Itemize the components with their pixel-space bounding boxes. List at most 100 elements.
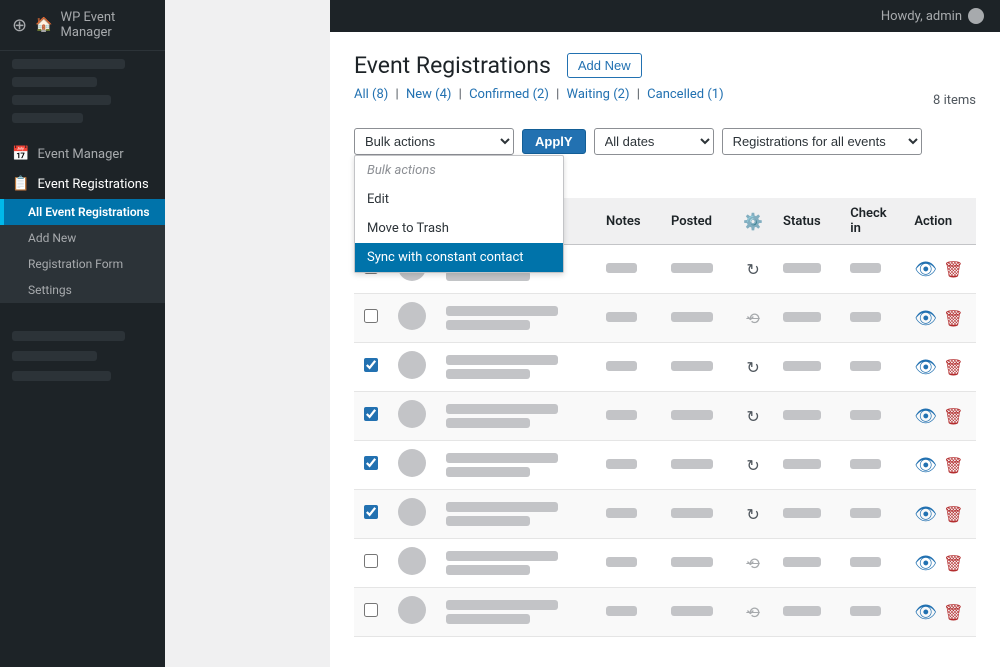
apply-button[interactable]: ApplY bbox=[522, 129, 586, 154]
sidebar-item-event-registrations[interactable]: 📋 Event Registrations bbox=[0, 169, 165, 199]
toolbar: Bulk actions Bulk actions Edit Move to T… bbox=[354, 122, 976, 194]
sidebar-submenu: All Event Registrations Add New Registra… bbox=[0, 199, 165, 303]
page-title-row: Event Registrations Add New bbox=[354, 52, 976, 79]
waiting-filter-link[interactable]: Waiting (2) bbox=[567, 87, 630, 102]
date-filter-select[interactable]: All dates bbox=[594, 128, 714, 155]
sidebar-item-all-registrations[interactable]: All Event Registrations bbox=[0, 199, 165, 225]
status-ph bbox=[783, 508, 821, 518]
event-name-ph bbox=[446, 355, 558, 365]
sidebar-placeholders bbox=[0, 51, 165, 139]
delete-icon[interactable]: 🗑 bbox=[943, 505, 963, 524]
event-filter-select[interactable]: Registrations for all events bbox=[722, 128, 922, 155]
view-icon[interactable]: 👁 bbox=[914, 406, 937, 427]
event-detail-ph bbox=[446, 516, 530, 526]
view-icon[interactable]: 👁 bbox=[914, 455, 937, 476]
table-row: ↻👁🗑 bbox=[354, 343, 976, 392]
row-checkbox[interactable] bbox=[364, 603, 378, 617]
sidebar-item-event-manager[interactable]: 📅 Event Manager bbox=[0, 139, 165, 169]
dd-edit-item[interactable]: Edit bbox=[355, 185, 563, 214]
action-icons: 👁🗑 bbox=[914, 602, 966, 623]
no-sync-icon: ⟲ bbox=[746, 554, 759, 573]
sidebar-item-event-registrations-label: Event Registrations bbox=[37, 177, 148, 192]
sidebar-item-settings[interactable]: Settings bbox=[0, 277, 165, 303]
howdy-text: Howdy, admin bbox=[881, 8, 984, 24]
site-name[interactable]: WP Event Manager bbox=[61, 10, 153, 40]
view-icon[interactable]: 👁 bbox=[914, 504, 937, 525]
status-filter-nav: All (8) | New (4) | Confirmed (2) | Wait… bbox=[354, 87, 724, 102]
sidebar-ph-b2 bbox=[12, 351, 97, 361]
delete-icon[interactable]: 🗑 bbox=[943, 358, 963, 377]
dd-sync-constant-item[interactable]: Sync with constant contact bbox=[355, 243, 563, 272]
row-checkbox[interactable] bbox=[364, 309, 378, 323]
sync-icon: ↻ bbox=[746, 260, 759, 279]
sync-icon: ↻ bbox=[746, 407, 759, 426]
action-icons: 👁🗑 bbox=[914, 406, 966, 427]
view-icon[interactable]: 👁 bbox=[914, 259, 937, 280]
delete-icon[interactable]: 🗑 bbox=[943, 603, 963, 622]
avatar bbox=[398, 547, 426, 575]
confirmed-filter-link[interactable]: Confirmed (2) bbox=[469, 87, 549, 102]
col-header-sync: ⚙️ bbox=[733, 198, 773, 245]
no-sync-icon: ⟲ bbox=[746, 309, 759, 328]
view-icon[interactable]: 👁 bbox=[914, 602, 937, 623]
posted-ph bbox=[671, 557, 713, 567]
avatar bbox=[398, 596, 426, 624]
sidebar-ph-4 bbox=[12, 113, 83, 123]
new-filter-link[interactable]: New (4) bbox=[406, 87, 451, 102]
table-row: ↻👁🗑 bbox=[354, 490, 976, 539]
sidebar-ph-b1 bbox=[12, 331, 125, 341]
action-icons: 👁🗑 bbox=[914, 504, 966, 525]
add-new-button[interactable]: Add New bbox=[567, 53, 642, 78]
event-manager-icon: 📅 bbox=[12, 146, 29, 162]
posted-ph bbox=[671, 312, 713, 322]
checkin-ph bbox=[850, 361, 881, 371]
row-checkbox[interactable] bbox=[364, 554, 378, 568]
row-checkbox[interactable] bbox=[364, 358, 378, 372]
checkin-ph bbox=[850, 263, 881, 273]
event-detail-ph bbox=[446, 467, 530, 477]
action-icons: 👁🗑 bbox=[914, 455, 966, 476]
all-filter-link[interactable]: All (8) bbox=[354, 87, 388, 102]
delete-icon[interactable]: 🗑 bbox=[943, 260, 963, 279]
dd-move-trash-item[interactable]: Move to Trash bbox=[355, 214, 563, 243]
status-ph bbox=[783, 410, 821, 420]
row-checkbox[interactable] bbox=[364, 407, 378, 421]
posted-ph bbox=[671, 263, 713, 273]
avatar bbox=[398, 449, 426, 477]
event-name-ph bbox=[446, 502, 558, 512]
status-ph bbox=[783, 557, 821, 567]
view-icon[interactable]: 👁 bbox=[914, 357, 937, 378]
col-header-checkin: Check in bbox=[840, 198, 904, 245]
bulk-actions-select[interactable]: Bulk actions bbox=[354, 128, 514, 155]
checkin-ph bbox=[850, 557, 881, 567]
bulk-actions-dropdown[interactable]: Bulk actions Bulk actions Edit Move to T… bbox=[354, 128, 514, 155]
home-icon[interactable]: 🏠 bbox=[35, 17, 52, 33]
checkin-ph bbox=[850, 459, 881, 469]
sidebar-bottom-placeholders bbox=[0, 319, 165, 401]
notes-ph bbox=[606, 312, 637, 322]
event-name-ph bbox=[446, 600, 558, 610]
delete-icon[interactable]: 🗑 bbox=[943, 456, 963, 475]
status-ph bbox=[783, 312, 821, 322]
delete-icon[interactable]: 🗑 bbox=[943, 554, 963, 573]
delete-icon[interactable]: 🗑 bbox=[943, 309, 963, 328]
row-checkbox[interactable] bbox=[364, 505, 378, 519]
event-detail-ph bbox=[446, 369, 530, 379]
avatar bbox=[398, 351, 426, 379]
col-header-posted: Posted bbox=[661, 198, 733, 245]
table-row: ⟲ 👁 🗑 bbox=[354, 294, 976, 343]
action-icons: 👁🗑 bbox=[914, 259, 966, 280]
notes-ph bbox=[606, 606, 637, 616]
view-icon[interactable]: 👁 bbox=[914, 553, 937, 574]
cancelled-filter-link[interactable]: Cancelled (1) bbox=[647, 87, 723, 102]
sidebar-item-add-new[interactable]: Add New bbox=[0, 225, 165, 251]
sync-icon: ↻ bbox=[746, 505, 759, 524]
view-icon[interactable]: 👁 bbox=[914, 308, 937, 329]
page-title: Event Registrations bbox=[354, 52, 551, 79]
delete-icon[interactable]: 🗑 bbox=[943, 407, 963, 426]
col-header-notes: Notes bbox=[596, 198, 661, 245]
checkin-ph bbox=[850, 410, 881, 420]
row-checkbox[interactable] bbox=[364, 456, 378, 470]
action-icons: 👁🗑 bbox=[914, 553, 966, 574]
sidebar-item-registration-form[interactable]: Registration Form bbox=[0, 251, 165, 277]
